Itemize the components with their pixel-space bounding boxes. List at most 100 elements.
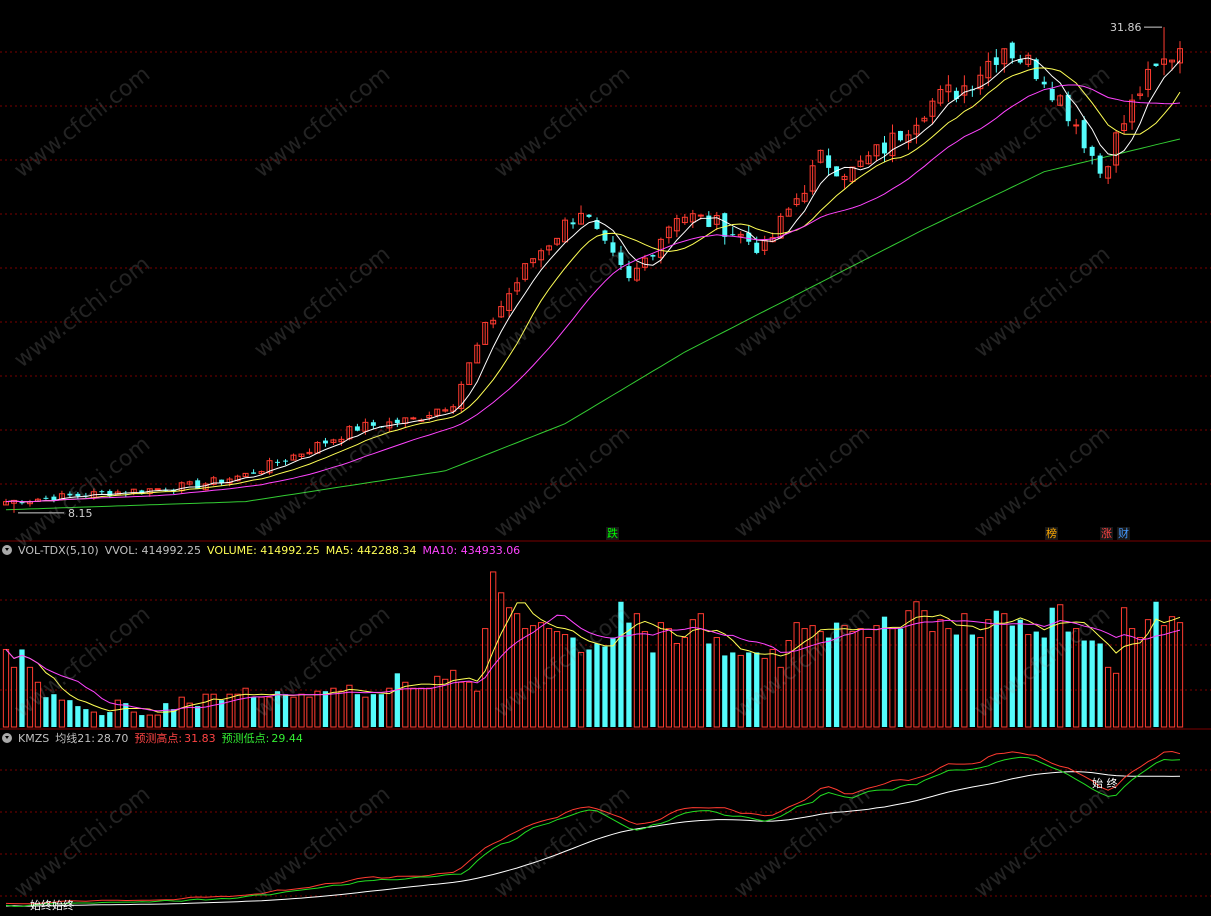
volume-bar (713, 637, 720, 728)
volume-bar (274, 691, 281, 727)
volume-bar (610, 637, 616, 727)
volume-bar (2, 648, 10, 728)
ma60-line (5, 138, 1181, 511)
volume-bar (961, 613, 968, 728)
volume-bar (306, 696, 313, 728)
volume-bar (266, 696, 273, 728)
volume-bar (945, 628, 952, 728)
candle-body (898, 130, 903, 141)
volume-bar (282, 694, 289, 727)
volume-bar (754, 652, 760, 727)
candle-body (1089, 146, 1095, 156)
candle-body (322, 440, 328, 444)
candle-body (75, 493, 81, 497)
candle-body (1049, 88, 1055, 101)
volume-bar (1112, 672, 1120, 728)
event-marker-fall[interactable]: 跌 (606, 527, 619, 540)
volume-bar (1089, 640, 1095, 727)
volume-bar (746, 652, 752, 727)
volume-bar (370, 694, 377, 727)
indicator-menu-icon[interactable] (2, 545, 12, 555)
volume-bar (1104, 666, 1112, 728)
volume-bar (553, 631, 561, 728)
candlestick-series[interactable] (3, 27, 1183, 513)
volume-bar (969, 634, 975, 727)
volume-bar (202, 693, 209, 728)
volume-bar (67, 700, 73, 727)
event-marker-rise[interactable]: 涨 (1100, 527, 1113, 540)
event-marker-finance[interactable]: 财 (1117, 527, 1130, 540)
ma-lines (5, 57, 1181, 503)
volume-bar (817, 631, 824, 728)
kmzs-avg-value: 28.70 (96, 732, 129, 745)
kmzs-low-line (5, 756, 1181, 907)
volume-bar (130, 711, 137, 728)
volume-bar (706, 643, 712, 727)
volume-bar (929, 631, 936, 728)
candle-body (706, 215, 712, 227)
volume-bar (689, 619, 696, 728)
volume-bar (75, 706, 81, 727)
volume-bar (490, 571, 497, 728)
volume-indicator-name[interactable]: VOL-TDX(5,10) (18, 544, 99, 557)
volume-bar (338, 690, 345, 728)
volume-bar (618, 601, 624, 727)
volume-bar (51, 694, 57, 727)
ma20-line (5, 84, 1181, 503)
candle-body (1097, 155, 1103, 174)
volume-bar (641, 631, 649, 728)
volume-bar (586, 649, 592, 727)
kmzs-high-label: 预测高点: (134, 732, 183, 745)
candle-body (1081, 120, 1087, 149)
low-price-label: 8.15 (68, 507, 93, 520)
volume-bar (865, 637, 872, 728)
volume-bar (1176, 622, 1184, 728)
volume-bar (650, 652, 656, 727)
volume-bar (730, 652, 736, 727)
candle-body (67, 493, 73, 496)
volume-bar (513, 613, 521, 728)
kmzs-avg-label: 均线21: (55, 732, 95, 745)
volume-bar (1153, 601, 1159, 727)
volume-bar (1160, 625, 1168, 728)
candle-body (219, 479, 225, 483)
volume-bar (1041, 637, 1047, 727)
candle-body (697, 214, 704, 217)
volume-bar (107, 712, 113, 727)
candle-body (394, 419, 400, 424)
volume-bar (985, 619, 992, 728)
candle-body (626, 266, 632, 279)
volume-bar (466, 681, 473, 728)
volume-bar (146, 714, 153, 728)
volume-value: VOLUME: 414992.25 (207, 544, 320, 557)
volume-bar (378, 694, 384, 727)
volume-ma10-line (5, 614, 1181, 712)
volume-bar (1136, 637, 1144, 728)
volume-bar (602, 646, 608, 727)
event-marker-rank[interactable]: 榜 (1045, 527, 1058, 540)
volume-bar (881, 616, 888, 727)
volume-bar (633, 613, 641, 728)
volume-bar (889, 628, 896, 728)
volume-bar (1097, 643, 1103, 727)
indicator-menu-icon[interactable] (2, 733, 12, 743)
stock-chart-canvas[interactable]: 31.86 8.15 (0, 0, 1211, 916)
volume-bar (90, 711, 97, 728)
volume-bar (993, 610, 999, 727)
kmzs-start-end-bottom: 始终始终 (30, 899, 74, 912)
volume-bar (418, 687, 425, 728)
kmzs-indicator-name[interactable]: KMZS (18, 732, 49, 745)
volume-ma10-value: MA10: 434933.06 (422, 544, 521, 557)
candle-body (826, 155, 832, 168)
volume-bar (442, 678, 449, 728)
volume-bar (1009, 625, 1015, 727)
kmzs-start-end-top: 始 终 (1092, 777, 1118, 790)
volume-bar (314, 690, 321, 728)
volume-bar (849, 631, 856, 728)
volume-bar (1120, 607, 1128, 728)
candle-body (99, 491, 105, 493)
volume-bar (897, 628, 904, 727)
volume-bar (809, 625, 816, 728)
volume-bar (857, 628, 864, 728)
volume-bars[interactable] (2, 571, 1184, 728)
